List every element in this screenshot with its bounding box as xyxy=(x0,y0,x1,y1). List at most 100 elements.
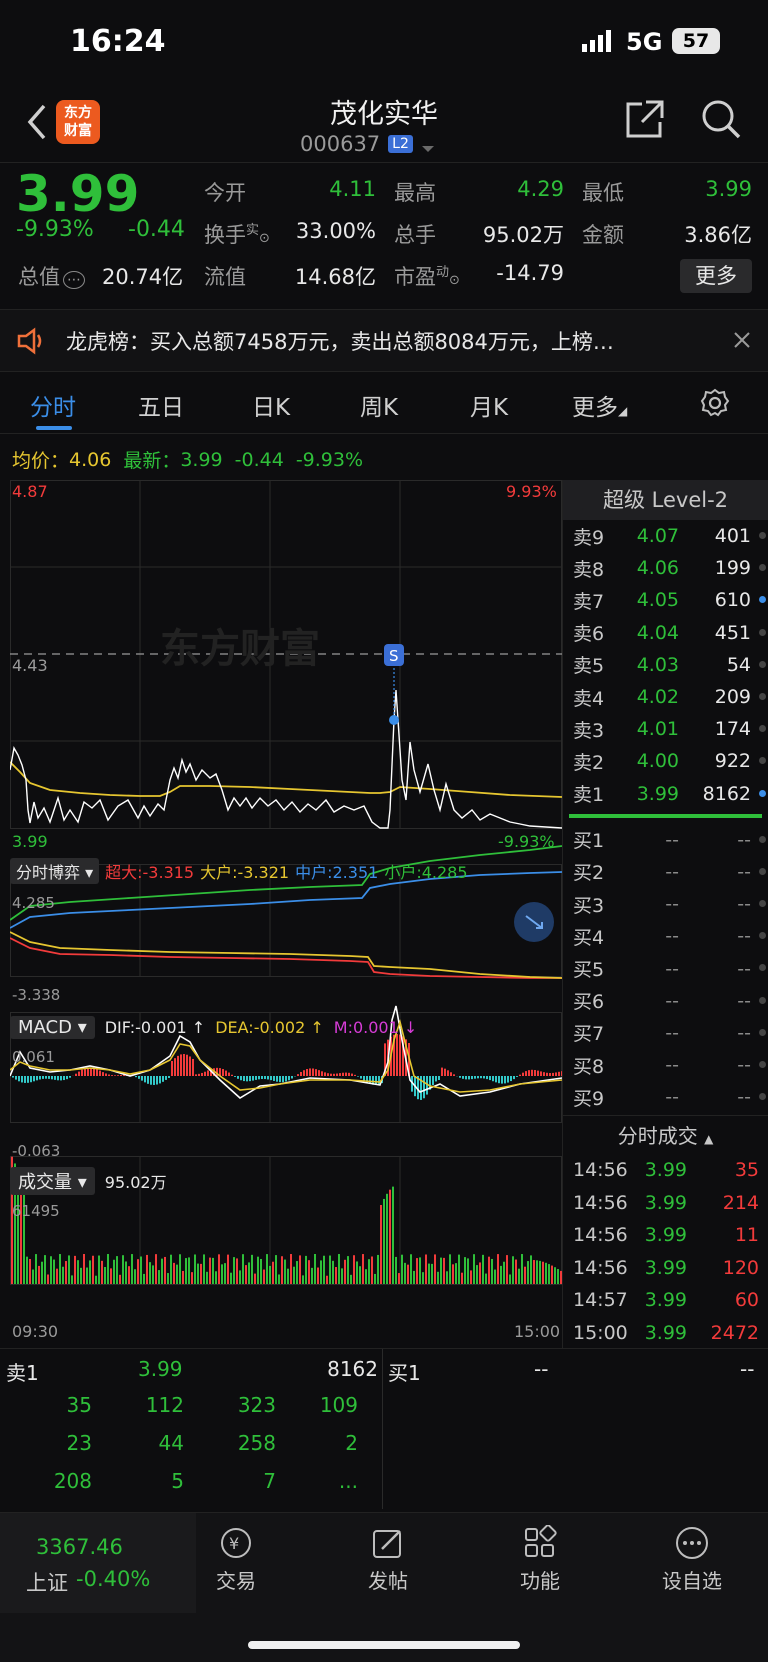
dragon-tiger-notice[interactable]: 龙虎榜：买入总额7458万元，卖出总额8084万元，上榜… xyxy=(0,310,768,372)
nav-function-label: 功能 xyxy=(520,1569,560,1593)
volume-bar xyxy=(125,1261,127,1284)
macd-selector[interactable]: MACD ▾ xyxy=(10,1015,95,1039)
bid-row[interactable]: 买9 -- -- xyxy=(563,1081,768,1113)
ask-row[interactable]: 卖4 4.02 209 xyxy=(563,681,768,713)
macd-bar xyxy=(498,1076,500,1084)
volume-bar xyxy=(275,1255,277,1284)
tab-monthly-k[interactable]: 月K xyxy=(470,388,508,422)
l2-badge: L2 xyxy=(388,135,413,153)
order-dot-icon xyxy=(759,660,766,668)
volume-bar xyxy=(413,1270,415,1284)
macd-bar xyxy=(447,1070,449,1076)
share-icon[interactable] xyxy=(624,98,666,140)
ask-row[interactable]: 卖9 4.07 401 xyxy=(563,520,768,552)
volume-bar xyxy=(320,1260,322,1284)
macd-bar xyxy=(432,1076,434,1085)
trades-title[interactable]: 分时成交 ▲ xyxy=(563,1115,768,1155)
bid-price: -- xyxy=(665,893,679,916)
volume-bar xyxy=(398,1273,400,1284)
order-dot-icon xyxy=(759,964,766,972)
macd-bar xyxy=(258,1076,260,1080)
volume-bar xyxy=(449,1254,451,1284)
volume-bar xyxy=(329,1255,331,1284)
bid-row[interactable]: 买8 -- -- xyxy=(563,1049,768,1081)
bid-row[interactable]: 买5 -- -- xyxy=(563,952,768,984)
macd-bar xyxy=(99,1070,101,1076)
settings-icon[interactable] xyxy=(700,388,730,418)
tab-weekly-k[interactable]: 周K xyxy=(360,388,398,422)
queue-buy-label: 买1 xyxy=(388,1361,421,1385)
nav-watchlist[interactable]: 设自选 xyxy=(656,1525,728,1594)
volume-bar xyxy=(482,1254,484,1284)
volume-bar xyxy=(227,1254,229,1284)
ask-row[interactable]: 卖8 4.06 199 xyxy=(563,552,768,584)
ask-row[interactable]: 卖1 3.99 8162 xyxy=(563,778,768,810)
macd-bar xyxy=(165,1076,167,1080)
macd-bar xyxy=(84,1068,86,1076)
volume-bar xyxy=(254,1273,256,1284)
close-icon[interactable] xyxy=(732,330,752,350)
volume-bar xyxy=(35,1254,37,1284)
bid-row[interactable]: 买6 -- -- xyxy=(563,985,768,1017)
volume-selector[interactable]: 成交量 ▾ xyxy=(10,1167,95,1195)
macd-bar xyxy=(240,1076,242,1081)
annotation-marker[interactable]: S xyxy=(384,644,404,725)
index-ticker[interactable]: 3367.46 上证 -0.40% xyxy=(0,1513,196,1613)
queue-cell: 208 xyxy=(53,1469,92,1493)
macd-bar xyxy=(471,1076,473,1080)
macd-bar xyxy=(192,1058,194,1076)
macd-bar xyxy=(198,1073,200,1076)
level2-title[interactable]: 超级 Level-2 xyxy=(563,480,768,520)
stock-header: 东方 财富 茂化实华 000637 L2 xyxy=(0,90,768,162)
stock-code-row[interactable]: 000637 L2 xyxy=(300,132,435,156)
ask-row[interactable]: 卖2 4.00 922 xyxy=(563,745,768,777)
notice-text: 龙虎榜：买入总额7458万元，卖出总额8084万元，上榜… xyxy=(66,330,614,354)
macd-bar xyxy=(450,1072,452,1076)
volume-value: 95.02万 xyxy=(482,223,564,247)
volume-bar xyxy=(242,1254,244,1284)
macd-bar xyxy=(150,1076,152,1085)
volume-bar xyxy=(389,1189,391,1284)
nav-trade[interactable]: ¥ 交易 xyxy=(206,1525,266,1594)
macd-bar xyxy=(288,1076,290,1081)
tab-five-day[interactable]: 五日 xyxy=(138,388,184,422)
nav-function[interactable]: 功能 xyxy=(510,1524,570,1594)
macd-bar xyxy=(135,1076,137,1078)
more-button[interactable]: 更多 xyxy=(680,259,752,293)
bid-row[interactable]: 买3 -- -- xyxy=(563,888,768,920)
low-label: 最低 xyxy=(582,181,624,205)
volume-bar xyxy=(473,1254,475,1284)
tab-daily-k[interactable]: 日K xyxy=(252,388,290,422)
total-value: 20.74亿 xyxy=(102,265,184,289)
ask-row[interactable]: 卖3 4.01 174 xyxy=(563,713,768,745)
macd-bar xyxy=(12,1076,14,1078)
bid-row[interactable]: 买4 -- -- xyxy=(563,920,768,952)
volume-bar xyxy=(131,1254,133,1284)
volume-bar xyxy=(500,1265,502,1284)
macd-bar xyxy=(309,1068,311,1076)
dif-label: DIF:-0.001 ↑ xyxy=(104,1017,206,1037)
expand-icon[interactable] xyxy=(514,902,554,942)
ask-row[interactable]: 卖5 4.03 54 xyxy=(563,649,768,681)
bid-volume: -- xyxy=(737,925,751,948)
game-selector[interactable]: 分时博弈 ▾ xyxy=(10,858,100,884)
bid-row[interactable]: 买1 -- -- xyxy=(563,824,768,856)
bid-row[interactable]: 买7 -- -- xyxy=(563,1017,768,1049)
mid-label: 中户:2.351 xyxy=(295,863,379,882)
trade-price: 3.99 xyxy=(644,1224,687,1247)
tab-intraday[interactable]: 分时 xyxy=(30,388,76,422)
macd-bar xyxy=(141,1076,143,1081)
volume-bar xyxy=(515,1259,517,1284)
macd-bar xyxy=(27,1076,29,1083)
search-icon[interactable] xyxy=(700,98,742,140)
bid-row[interactable]: 买2 -- -- xyxy=(563,856,768,888)
ask-row[interactable]: 卖6 4.04 451 xyxy=(563,617,768,649)
volume-bar xyxy=(383,1198,385,1284)
ask-row[interactable]: 卖7 4.05 610 xyxy=(563,584,768,616)
nav-post[interactable]: 发帖 xyxy=(358,1525,418,1594)
volume-bar xyxy=(419,1257,421,1284)
tab-more[interactable]: 更多◢ xyxy=(572,388,627,422)
volume-bar xyxy=(356,1261,358,1284)
ask-label: 卖2 xyxy=(573,751,605,774)
volume-bar xyxy=(335,1267,337,1284)
